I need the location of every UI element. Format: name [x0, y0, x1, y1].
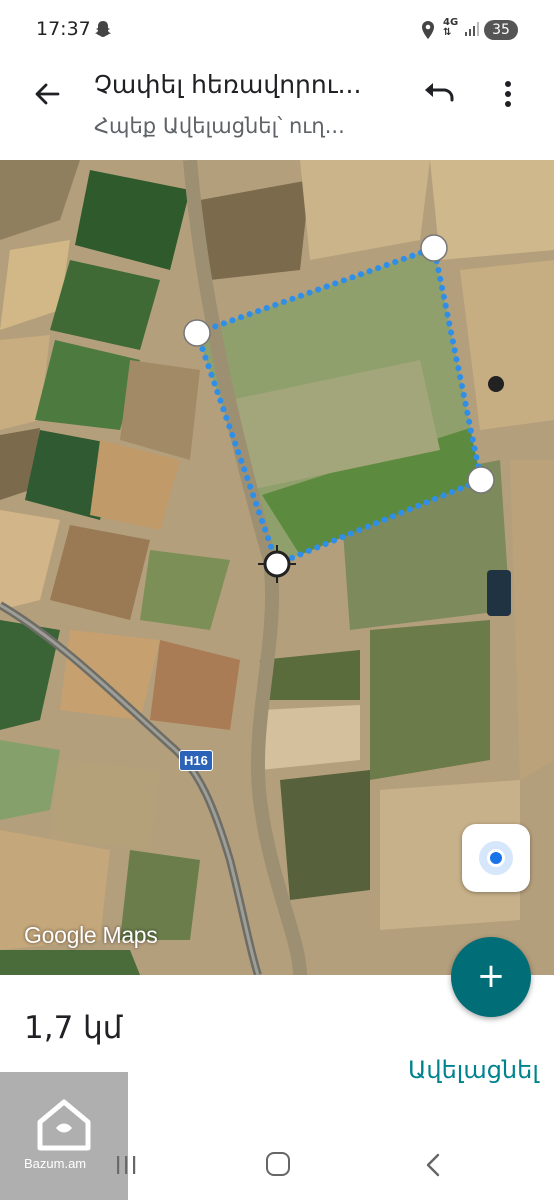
network-icon: 4G ⇅ [443, 17, 459, 38]
crosshair-marker[interactable] [263, 550, 291, 578]
my-location-icon [487, 849, 505, 867]
home-icon[interactable] [266, 1152, 290, 1176]
bazum-logo-icon [37, 1099, 91, 1151]
my-location-button[interactable] [462, 824, 530, 892]
page-subtitle: Հպեք Ավելացնել՝ ուղ... [94, 114, 345, 138]
snapchat-icon [95, 21, 111, 37]
watermark: Bazum.am [0, 1072, 128, 1200]
add-point-button[interactable]: + [451, 937, 531, 1017]
page-title: Չափել հեռավորու... [94, 70, 362, 99]
road-label: H16 [179, 750, 213, 771]
watermark-text: Bazum.am [24, 1156, 87, 1171]
measure-point[interactable] [467, 466, 495, 494]
nav-back-icon[interactable] [424, 1152, 442, 1178]
status-time: 17:37 [36, 18, 91, 40]
network-label: 4G [443, 17, 459, 28]
measure-point[interactable] [420, 234, 448, 262]
distance-readout: 1,7 կմ [24, 1010, 123, 1046]
more-vert-icon[interactable] [494, 74, 522, 114]
status-bar: 17:37 4G ⇅ 35 [0, 0, 554, 62]
undo-icon[interactable] [420, 76, 458, 114]
measure-point[interactable] [183, 319, 211, 347]
battery-icon: 35 [484, 20, 518, 40]
add-button[interactable]: Ավելացնել [408, 1056, 539, 1084]
signal-icon [465, 22, 479, 36]
satellite-map[interactable]: H16 Google Maps [0, 160, 554, 975]
google-maps-logo: Google Maps [24, 922, 158, 948]
location-icon [422, 21, 434, 39]
back-arrow-icon[interactable] [28, 74, 68, 114]
app-bar: Չափել հեռավորու... Հպեք Ավելացնել՝ ուղ..… [0, 62, 554, 160]
